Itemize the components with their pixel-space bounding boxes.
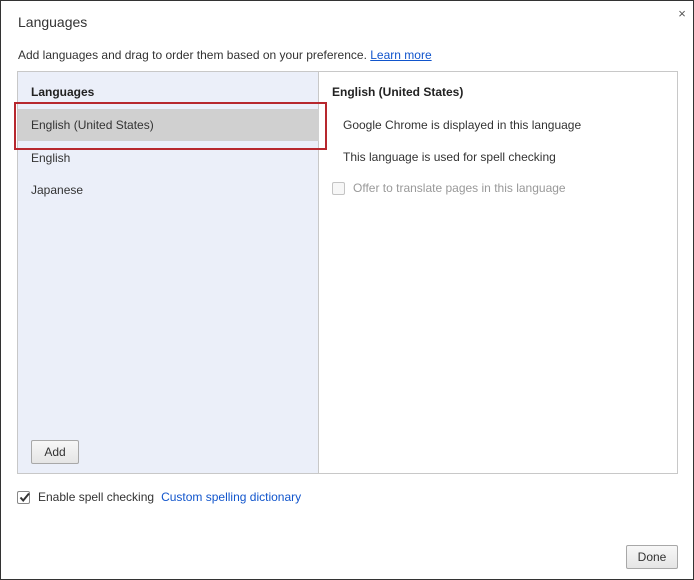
dialog-description: Add languages and drag to order them bas… — [18, 48, 432, 62]
language-item-japanese[interactable]: Japanese — [18, 174, 319, 206]
language-list-pane: Languages English (United States) Englis… — [14, 72, 327, 473]
spell-check-row: Enable spell checking Custom spelling di… — [17, 490, 301, 504]
spell-check-label: Enable spell checking — [38, 490, 155, 504]
languages-dialog: Languages × Add languages and drag to or… — [0, 0, 694, 580]
add-language-button[interactable]: Add — [31, 440, 79, 464]
language-list-header: Languages — [31, 85, 95, 99]
language-details-pane: English (United States) Google Chrome is… — [320, 72, 677, 473]
spell-check-checkbox[interactable] — [17, 490, 30, 504]
languages-panel: Languages English (United States) Englis… — [14, 71, 678, 474]
language-item-english-us[interactable]: English (United States) — [18, 109, 319, 141]
display-language-text: Google Chrome is displayed in this langu… — [343, 118, 582, 132]
language-item-english[interactable]: English — [18, 142, 319, 174]
translate-option-row: Offer to translate pages in this languag… — [332, 181, 566, 195]
dialog-title: Languages — [18, 14, 88, 30]
learn-more-link[interactable]: Learn more — [370, 48, 431, 62]
custom-dictionary-link[interactable]: Custom spelling dictionary — [161, 490, 301, 504]
close-icon[interactable]: × — [675, 7, 689, 21]
language-details-header: English (United States) — [332, 85, 464, 99]
translate-checkbox — [332, 181, 345, 195]
done-button[interactable]: Done — [626, 545, 678, 569]
translate-option-label: Offer to translate pages in this languag… — [353, 181, 566, 195]
description-text: Add languages and drag to order them bas… — [18, 48, 371, 62]
spell-checking-text: This language is used for spell checking — [343, 150, 556, 164]
checkmark-icon — [19, 492, 30, 502]
